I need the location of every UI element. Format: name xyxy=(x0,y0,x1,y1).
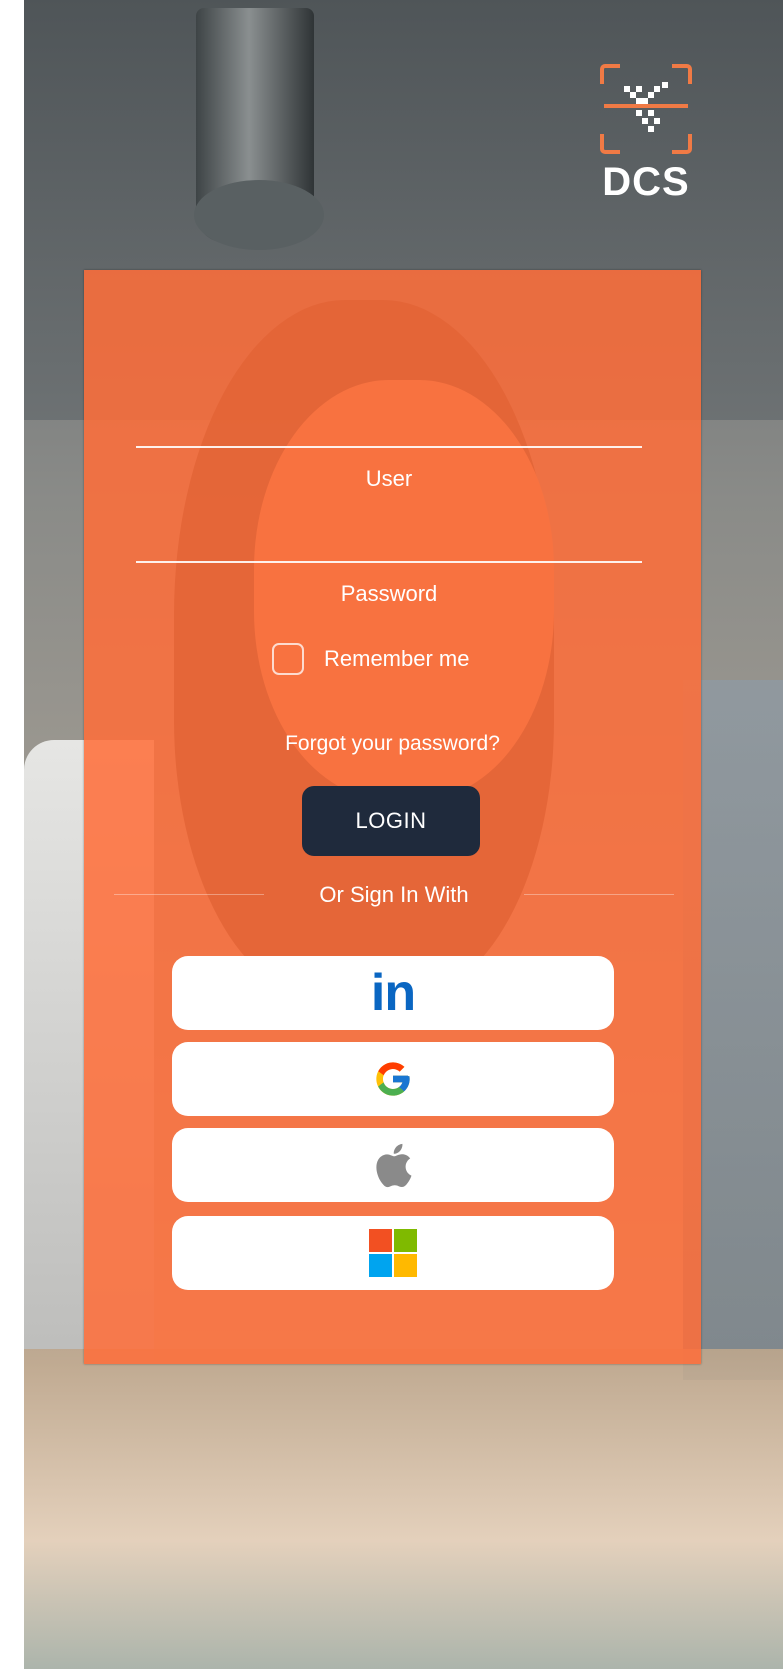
login-panel: User Password Remember me Forgot your pa… xyxy=(84,270,701,1364)
google-icon xyxy=(376,1062,410,1096)
login-button[interactable]: LOGIN xyxy=(302,786,480,856)
linkedin-icon: in xyxy=(370,964,416,1022)
sign-in-divider: Or Sign In With xyxy=(114,876,674,912)
user-field[interactable]: User xyxy=(136,446,642,492)
user-label: User xyxy=(365,466,413,491)
google-button[interactable] xyxy=(172,1042,614,1116)
linkedin-button[interactable]: in xyxy=(172,956,614,1030)
apple-button[interactable] xyxy=(172,1128,614,1202)
microsoft-button[interactable] xyxy=(172,1216,614,1290)
apple-icon xyxy=(376,1143,412,1188)
password-input-line[interactable] xyxy=(136,561,642,563)
remember-checkbox[interactable] xyxy=(272,643,304,675)
scan-frame-icon xyxy=(600,64,692,154)
microsoft-icon xyxy=(369,1229,417,1277)
login-page: DCS User Password Remember me Forgot you… xyxy=(0,0,783,1669)
divider-label: Or Sign In With xyxy=(319,882,469,907)
password-field[interactable]: Password xyxy=(136,561,642,607)
user-input-line[interactable] xyxy=(136,446,642,448)
remember-label: Remember me xyxy=(324,646,470,671)
forgot-password-link[interactable]: Forgot your password? xyxy=(84,732,701,756)
dcs-logo: DCS xyxy=(594,62,704,212)
remember-me[interactable]: Remember me xyxy=(272,642,469,676)
brand-name: DCS xyxy=(602,160,690,204)
password-label: Password xyxy=(340,581,438,606)
